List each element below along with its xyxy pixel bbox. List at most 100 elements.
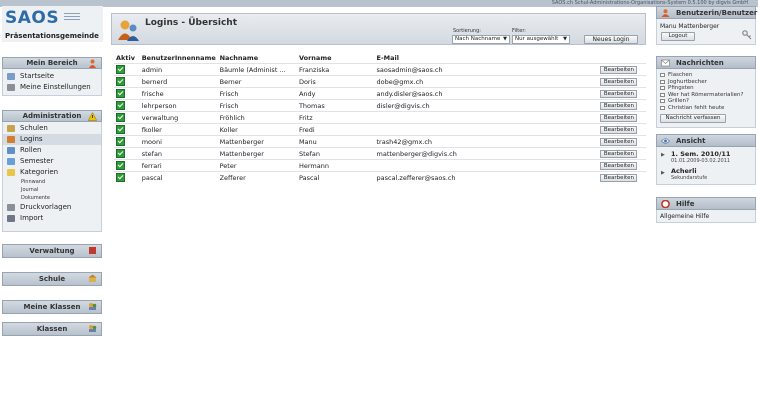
view-semester[interactable]: 1. Sem. 2010/11: [671, 150, 730, 158]
nav-meine-einstellungen[interactable]: Meine Einstellungen: [3, 82, 101, 93]
actions-cell: Bearbeiten: [598, 123, 646, 136]
nav-label: Logins: [20, 135, 43, 143]
messages-panel-header[interactable]: Nachrichten: [656, 56, 756, 69]
edit-button[interactable]: Bearbeiten: [600, 90, 638, 98]
email-cell: andy.disler@saos.ch: [374, 87, 599, 100]
lastname-cell: Mattenberger: [217, 147, 297, 160]
active-checkbox[interactable]: [116, 161, 125, 170]
nav-startseite[interactable]: Startseite: [3, 71, 101, 82]
message-icon: [660, 79, 665, 84]
nav-semester[interactable]: Semester: [3, 156, 101, 167]
edit-button[interactable]: Bearbeiten: [600, 126, 638, 134]
nav-label: Journal: [21, 187, 39, 193]
firstname-cell: Pascal: [296, 171, 375, 183]
firstname-cell: Doris: [296, 75, 375, 88]
panel-mein-bereich-header[interactable]: Mein Bereich: [2, 57, 102, 69]
panel-title: Verwaltung: [29, 247, 75, 255]
person-icon: [89, 59, 96, 68]
semester-arrow-icon: ▶: [661, 152, 665, 158]
nav-logins[interactable]: Logins: [3, 134, 101, 145]
nav-pinnwand[interactable]: Pinnwand: [3, 178, 101, 186]
active-checkbox[interactable]: [116, 89, 125, 98]
view-panel-header[interactable]: Ansicht: [656, 134, 756, 147]
edit-button[interactable]: Bearbeiten: [600, 138, 638, 146]
edit-button[interactable]: Bearbeiten: [600, 78, 638, 86]
email-cell: dobe@gmx.ch: [374, 75, 599, 88]
username-cell: pascal: [139, 171, 218, 183]
active-checkbox[interactable]: [116, 77, 125, 86]
active-checkbox[interactable]: [116, 173, 125, 182]
panel-schule-header[interactable]: Schule: [2, 272, 102, 286]
active-checkbox[interactable]: [116, 125, 125, 134]
nav-druckvorlagen[interactable]: Druckvorlagen: [3, 202, 101, 213]
edit-button[interactable]: Bearbeiten: [600, 102, 638, 110]
username-cell: frische: [139, 87, 218, 100]
email-cell: saosadmin@saos.ch: [374, 63, 599, 76]
nav-schulen[interactable]: Schulen: [3, 123, 101, 134]
active-checkbox[interactable]: [116, 113, 125, 122]
user-panel-header: Benutzerin/Benutzer: [656, 6, 758, 19]
aktiv-cell: [114, 99, 140, 112]
panel-verwaltung-header[interactable]: Verwaltung: [2, 244, 102, 258]
nav-dokumente[interactable]: Dokumente: [3, 194, 101, 202]
username-cell: stefan: [139, 147, 218, 160]
new-login-button[interactable]: Neues Login: [584, 35, 638, 44]
panel-title: Klassen: [36, 325, 68, 333]
panel-klassen-header[interactable]: Klassen: [2, 322, 102, 336]
table-header-row: Aktiv BenutzerInnenname Nachname Vorname…: [114, 53, 646, 64]
col-email: E-Mail: [376, 54, 399, 62]
nav-kategorien[interactable]: Kategorien: [3, 167, 101, 178]
table-row: lehrperson Frisch Thomas disler@digvis.ch Be…: [114, 99, 646, 112]
edit-button[interactable]: Bearbeiten: [600, 150, 638, 158]
logout-button[interactable]: Logout: [661, 32, 695, 41]
sort-select[interactable]: Nach Nachname ▼: [452, 35, 510, 44]
active-checkbox[interactable]: [116, 101, 125, 110]
users-icon: [7, 136, 15, 143]
group-icon: [89, 325, 97, 332]
nav-import[interactable]: Import: [3, 213, 101, 224]
view-level: Sekundarstufe: [671, 175, 708, 181]
col-aktiv: Aktiv: [116, 54, 135, 62]
username-cell: bernerd: [139, 75, 218, 88]
active-checkbox[interactable]: [116, 65, 125, 74]
filter-select[interactable]: Nur ausgewählt ▼: [512, 35, 570, 44]
filter-label: Filter:: [512, 28, 526, 34]
logo-area: SAOS Präsentationsgemeinde: [2, 6, 103, 42]
help-icon: [661, 200, 670, 208]
aktiv-cell: [114, 147, 140, 160]
panel-administration-header[interactable]: Administration: [2, 110, 102, 122]
compose-message-button[interactable]: Nachricht verfassen: [660, 114, 726, 123]
table-row: pascal Zefferer Pascal pascal.zefferer@saos…: [114, 171, 646, 183]
nav-rollen[interactable]: Rollen: [3, 145, 101, 156]
edit-button[interactable]: Bearbeiten: [600, 162, 638, 170]
help-panel-header[interactable]: Hilfe: [656, 197, 756, 210]
col-vorname: Vorname: [298, 54, 332, 62]
lastname-cell: Bäumle (Administ ...: [217, 63, 297, 76]
panel-meine-klassen-header[interactable]: Meine Klassen: [2, 300, 102, 314]
logo-lines-icon: [64, 13, 80, 22]
firstname-cell: Manu: [296, 135, 375, 148]
username-cell: lehrperson: [139, 99, 218, 112]
help-link[interactable]: Allgemeine Hilfe: [660, 213, 709, 220]
user-name: Manu Mattenberger: [660, 23, 720, 30]
actions-cell: Bearbeiten: [598, 171, 646, 183]
dropdown-arrow-icon: ▼: [563, 36, 567, 42]
message-item[interactable]: Christian fehlt heute: [657, 105, 755, 112]
table-row: mooni Mattenberger Manu trash42@gmx.ch Bearb…: [114, 135, 646, 148]
aktiv-cell: [114, 75, 140, 88]
lastname-cell: Frisch: [217, 99, 297, 112]
nav-label: Semester: [20, 157, 54, 165]
message-label: Pfingsten: [668, 85, 694, 91]
edit-button[interactable]: Bearbeiten: [600, 66, 638, 74]
view-school[interactable]: Acherli: [671, 167, 697, 175]
edit-button[interactable]: Bearbeiten: [600, 174, 638, 182]
lastname-cell: Frisch: [217, 87, 297, 100]
edit-button[interactable]: Bearbeiten: [600, 114, 638, 122]
col-actions: [598, 53, 646, 64]
active-checkbox[interactable]: [116, 137, 125, 146]
firstname-cell: Andy: [296, 87, 375, 100]
active-checkbox[interactable]: [116, 149, 125, 158]
email-cell: trash42@gmx.ch: [374, 135, 599, 148]
nav-journal[interactable]: Journal: [3, 186, 101, 194]
panel-title: Benutzerin/Benutzer: [676, 9, 758, 17]
